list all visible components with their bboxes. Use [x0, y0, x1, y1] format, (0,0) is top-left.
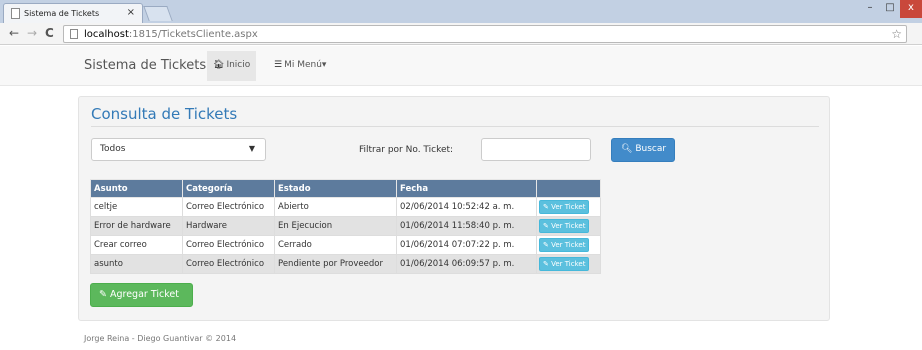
table-row: Error de hardware Hardware En Ejecucion …: [90, 216, 601, 236]
chevron-down-icon: ▾: [321, 60, 327, 70]
tab-close-icon[interactable]: ×: [127, 7, 135, 18]
column-header: [536, 179, 601, 198]
cell-estado: Pendiente por Proveedor: [274, 254, 397, 274]
table-row: asunto Correo Electrónico Pendiente por …: [90, 254, 601, 274]
edit-icon: ✎: [543, 222, 552, 230]
url-host: localhost: [84, 29, 129, 40]
cell-fecha: 01/06/2014 11:58:40 p. m.: [396, 216, 537, 236]
nav-mi-menu[interactable]: ☰ Mi Menú▾: [274, 60, 326, 70]
window-maximize-button[interactable]: □: [880, 0, 900, 18]
address-bar[interactable]: localhost:1815/TicketsCliente.aspx ☆: [63, 25, 907, 43]
reload-icon[interactable]: C: [45, 26, 54, 40]
ver-ticket-label: Ver Ticket: [551, 260, 586, 268]
bookmark-star-icon[interactable]: ☆: [891, 27, 902, 41]
nav-mi-menu-label: Mi Menú: [284, 60, 322, 70]
nav-inicio-label: Inicio: [226, 60, 251, 70]
back-arrow-icon[interactable]: ←: [9, 26, 19, 40]
cell-asunto: asunto: [90, 254, 183, 274]
ticket-number-input[interactable]: [481, 138, 591, 161]
cell-estado: Cerrado: [274, 235, 397, 255]
cell-fecha: 01/06/2014 06:09:57 p. m.: [396, 254, 537, 274]
column-header: Categoría: [182, 179, 275, 198]
cell-asunto: Crear correo: [90, 235, 183, 255]
edit-icon: ✎: [543, 260, 552, 268]
browser-toolbar: ← → C localhost:1815/TicketsCliente.aspx…: [0, 23, 922, 45]
ver-ticket-button[interactable]: ✎ Ver Ticket: [539, 257, 590, 271]
table-row: celtje Correo Electrónico Abierto 02/06/…: [90, 197, 601, 217]
ver-ticket-button[interactable]: ✎ Ver Ticket: [539, 200, 590, 214]
page-icon: [70, 29, 78, 39]
cell-action: ✎ Ver Ticket: [536, 254, 601, 274]
cell-estado: Abierto: [274, 197, 397, 217]
edit-icon: ✎: [543, 203, 552, 211]
column-header: Asunto: [90, 179, 183, 198]
filter-label: Filtrar por No. Ticket:: [359, 145, 454, 155]
list-icon: ☰: [274, 60, 283, 70]
tickets-table: Asunto Categoría Estado Fecha celtje Cor…: [90, 179, 601, 274]
nav-inicio[interactable]: 🏠︎ Inicio: [207, 51, 257, 81]
new-tab-button[interactable]: [143, 6, 173, 21]
browser-tabstrip: Sistema de Tickets × – □ x: [0, 0, 922, 23]
window-minimize-button[interactable]: –: [860, 0, 880, 18]
app-navbar: Sistema de Tickets 🏠︎ Inicio ☰ Mi Menú▾: [0, 46, 922, 86]
status-select-value: Todos: [100, 144, 126, 154]
add-ticket-label: Agregar Ticket: [109, 289, 179, 300]
cell-action: ✎ Ver Ticket: [536, 216, 601, 236]
cell-fecha: 01/06/2014 07:07:22 p. m.: [396, 235, 537, 255]
page-title: Consulta de Tickets: [91, 105, 238, 123]
cell-categoria: Correo Electrónico: [182, 254, 275, 274]
tickets-panel: Consulta de Tickets Todos ▼ Filtrar por …: [78, 96, 830, 321]
ver-ticket-label: Ver Ticket: [551, 222, 586, 230]
footer-text: Jorge Reina - Diego Guantivar © 2014: [84, 334, 237, 343]
search-button[interactable]: 🔍︎ Buscar: [611, 138, 675, 162]
cell-asunto: celtje: [90, 197, 183, 217]
edit-icon: ✎: [543, 241, 552, 249]
url-text[interactable]: localhost:1815/TicketsCliente.aspx: [84, 29, 258, 40]
window-close-button[interactable]: x: [900, 0, 922, 18]
ver-ticket-button[interactable]: ✎ Ver Ticket: [539, 219, 590, 233]
ver-ticket-button[interactable]: ✎ Ver Ticket: [539, 238, 590, 252]
table-header-row: Asunto Categoría Estado Fecha: [90, 179, 601, 198]
divider: [91, 126, 819, 127]
cell-categoria: Hardware: [182, 216, 275, 236]
cell-action: ✎ Ver Ticket: [536, 197, 601, 217]
search-button-label: Buscar: [635, 144, 667, 154]
cell-action: ✎ Ver Ticket: [536, 235, 601, 255]
caret-down-icon: ▼: [248, 144, 255, 153]
forward-arrow-icon[interactable]: →: [27, 26, 37, 40]
ver-ticket-label: Ver Ticket: [551, 203, 586, 211]
cell-estado: En Ejecucion: [274, 216, 397, 236]
cell-fecha: 02/06/2014 10:52:42 a. m.: [396, 197, 537, 217]
cell-categoria: Correo Electrónico: [182, 197, 275, 217]
search-icon: 🔍︎: [621, 144, 633, 154]
ver-ticket-label: Ver Ticket: [551, 241, 586, 249]
status-select[interactable]: Todos ▼: [91, 138, 266, 161]
column-header: Estado: [274, 179, 397, 198]
page-icon: [11, 8, 20, 19]
navbar-brand[interactable]: Sistema de Tickets: [84, 58, 206, 73]
tab-title: Sistema de Tickets: [24, 9, 100, 18]
browser-tab[interactable]: Sistema de Tickets ×: [3, 3, 143, 23]
add-ticket-button[interactable]: ✎ Agregar Ticket: [90, 283, 193, 307]
pencil-icon: ✎: [99, 289, 110, 300]
cell-asunto: Error de hardware: [90, 216, 183, 236]
url-path: :1815/TicketsCliente.aspx: [128, 29, 258, 40]
cell-categoria: Correo Electrónico: [182, 235, 275, 255]
table-row: Crear correo Correo Electrónico Cerrado …: [90, 235, 601, 255]
home-icon: 🏠︎: [213, 60, 225, 70]
column-header: Fecha: [396, 179, 537, 198]
